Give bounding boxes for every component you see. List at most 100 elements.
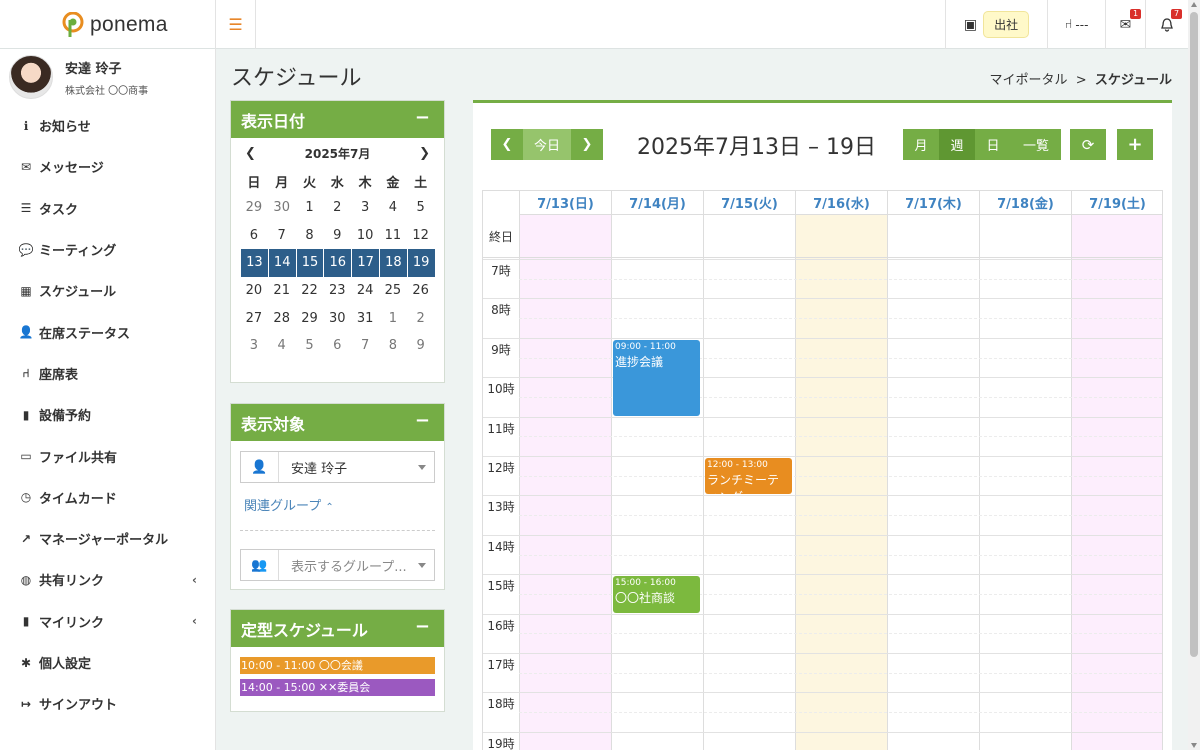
mini-calendar-day[interactable]: 8: [379, 332, 407, 360]
mini-calendar-day[interactable]: 15: [295, 249, 324, 277]
next-week-button[interactable]: ❯: [571, 129, 603, 160]
sidebar-item-1[interactable]: ✉ メッセージ: [0, 146, 215, 187]
mini-calendar-day[interactable]: 24: [351, 277, 379, 305]
mini-calendar-day[interactable]: 29: [296, 304, 324, 332]
mini-calendar-day[interactable]: 30: [323, 304, 351, 332]
scroll-down-icon[interactable]: [1191, 743, 1197, 748]
sidebar-item-11[interactable]: ◍ 共有リンク ‹: [0, 559, 215, 600]
mini-calendar-day[interactable]: 6: [240, 222, 268, 250]
sidebar-item-8[interactable]: ▭ ファイル共有: [0, 435, 215, 476]
mini-calendar-day[interactable]: 9: [323, 222, 351, 250]
mini-calendar-day[interactable]: 4: [379, 194, 407, 222]
mini-calendar-day[interactable]: 6: [323, 332, 351, 360]
today-button[interactable]: 今日: [523, 129, 571, 160]
mini-calendar-day[interactable]: 11: [379, 222, 407, 250]
mini-calendar-day[interactable]: 5: [296, 332, 324, 360]
mini-calendar-day[interactable]: 31: [351, 304, 379, 332]
seat-button[interactable]: ⑁ ---: [1047, 0, 1105, 49]
mini-calendar-day[interactable]: 3: [351, 194, 379, 222]
mini-calendar-day[interactable]: 30: [268, 194, 296, 222]
mini-calendar-day[interactable]: 5: [407, 194, 435, 222]
mini-calendar-day[interactable]: 16: [323, 249, 352, 277]
day-header[interactable]: 7/19(土): [1071, 191, 1162, 215]
related-group-toggle[interactable]: 関連グループ ⌃: [244, 495, 334, 514]
presence-status-button[interactable]: ▣ 出社: [945, 0, 1047, 49]
mini-calendar-day[interactable]: 12: [407, 222, 435, 250]
mini-calendar-day[interactable]: 3: [240, 332, 268, 360]
notification-button[interactable]: 7: [1145, 0, 1188, 49]
sidebar-item-0[interactable]: ℹ お知らせ: [0, 105, 215, 146]
hour-line: [483, 298, 1162, 300]
calendar-event[interactable]: 09:00 - 11:00 進捗会議: [613, 339, 700, 416]
calendar-event[interactable]: 12:00 - 13:00 ランチミーティング: [705, 458, 792, 495]
mini-calendar-day[interactable]: 25: [379, 277, 407, 305]
day-header[interactable]: 7/13(日): [519, 191, 611, 215]
scroll-up-icon[interactable]: [1191, 2, 1197, 7]
view-button-1[interactable]: 週: [939, 129, 975, 160]
day-header[interactable]: 7/16(水): [795, 191, 887, 215]
add-schedule-button[interactable]: +: [1117, 129, 1153, 160]
view-button-2[interactable]: 日: [975, 129, 1011, 160]
mini-calendar-day[interactable]: 29: [240, 194, 268, 222]
refresh-button[interactable]: ⟳: [1070, 129, 1106, 160]
calendar-range-title: 2025年7月13日 – 19日: [637, 135, 876, 160]
mini-calendar-day[interactable]: 28: [268, 304, 296, 332]
mini-calendar-day[interactable]: 2: [407, 304, 435, 332]
mini-calendar-day[interactable]: 26: [407, 277, 435, 305]
logo[interactable]: ponema: [0, 0, 216, 49]
prev-month-icon[interactable]: ❮: [245, 146, 256, 161]
group-select[interactable]: 👥 表示するグループ...: [240, 549, 435, 581]
mini-calendar-day[interactable]: 27: [240, 304, 268, 332]
day-header[interactable]: 7/15(火): [703, 191, 795, 215]
mini-calendar-day[interactable]: 18: [378, 249, 407, 277]
sidebar-item-13[interactable]: ✱ 個人設定: [0, 642, 215, 683]
fixed-schedule-item[interactable]: 10:00 - 11:00 〇〇会議: [240, 657, 435, 674]
day-header[interactable]: 7/17(木): [887, 191, 979, 215]
next-month-icon[interactable]: ❯: [419, 146, 430, 161]
sidebar-item-14[interactable]: ↦ サインアウト: [0, 683, 215, 724]
sidebar-item-10[interactable]: ↗ マネージャーポータル: [0, 518, 215, 559]
mini-calendar-day[interactable]: 14: [267, 249, 296, 277]
breadcrumb-parent-link[interactable]: マイポータル: [989, 73, 1067, 88]
day-header[interactable]: 7/18(金): [979, 191, 1071, 215]
fixed-schedule-item[interactable]: 14:00 - 15:00 ✕✕委員会: [240, 679, 435, 696]
mini-calendar-day[interactable]: 9: [407, 332, 435, 360]
page-scrollbar[interactable]: [1188, 0, 1200, 750]
collapse-target-panel-button[interactable]: −: [415, 410, 430, 431]
collapse-date-panel-button[interactable]: −: [415, 107, 430, 128]
mini-calendar-day[interactable]: 7: [351, 332, 379, 360]
collapse-fixed-schedule-button[interactable]: −: [415, 616, 430, 637]
sidebar-item-4[interactable]: ▦ スケジュール: [0, 270, 215, 311]
sidebar-item-3[interactable]: 💬 ミーティング: [0, 229, 215, 270]
sidebar-item-12[interactable]: ▮ マイリンク ‹: [0, 601, 215, 642]
sidebar-item-9[interactable]: ◷ タイムカード: [0, 477, 215, 518]
mini-calendar-day[interactable]: 23: [323, 277, 351, 305]
mini-calendar-day[interactable]: 22: [296, 277, 324, 305]
sidebar-item-6[interactable]: ⑁ 座席表: [0, 353, 215, 394]
person-select[interactable]: 👤 安達 玲子: [240, 451, 435, 483]
mini-calendar-day[interactable]: 19: [406, 249, 435, 277]
mini-calendar-day[interactable]: 7: [268, 222, 296, 250]
view-button-3[interactable]: 一覧: [1011, 129, 1061, 160]
sidebar-item-7[interactable]: ▮ 設備予約: [0, 394, 215, 435]
prev-week-button[interactable]: ❮: [491, 129, 523, 160]
mini-calendar-day[interactable]: 21: [268, 277, 296, 305]
mini-calendar-day[interactable]: 13: [240, 249, 268, 277]
sidebar-item-5[interactable]: 👤 在席ステータス: [0, 311, 215, 352]
mini-calendar-day[interactable]: 17: [351, 249, 379, 277]
mini-calendar-day[interactable]: 4: [268, 332, 296, 360]
day-header[interactable]: 7/14(月): [611, 191, 703, 215]
hamburger-menu-button[interactable]: ☰: [216, 0, 256, 49]
user-profile[interactable]: 安達 玲子 株式会社 〇〇商事: [0, 49, 215, 105]
calendar-event[interactable]: 15:00 - 16:00 〇〇社商談: [613, 576, 700, 613]
mini-calendar-day[interactable]: 10: [351, 222, 379, 250]
mini-calendar-day[interactable]: 20: [240, 277, 268, 305]
mini-calendar-day[interactable]: 8: [296, 222, 324, 250]
scrollbar-thumb[interactable]: [1190, 12, 1198, 657]
mail-button[interactable]: ✉ 1: [1105, 0, 1145, 49]
mini-calendar-day[interactable]: 1: [379, 304, 407, 332]
sidebar-item-2[interactable]: ☰ タスク: [0, 188, 215, 229]
mini-calendar-day[interactable]: 1: [296, 194, 324, 222]
view-button-0[interactable]: 月: [903, 129, 939, 160]
mini-calendar-day[interactable]: 2: [323, 194, 351, 222]
